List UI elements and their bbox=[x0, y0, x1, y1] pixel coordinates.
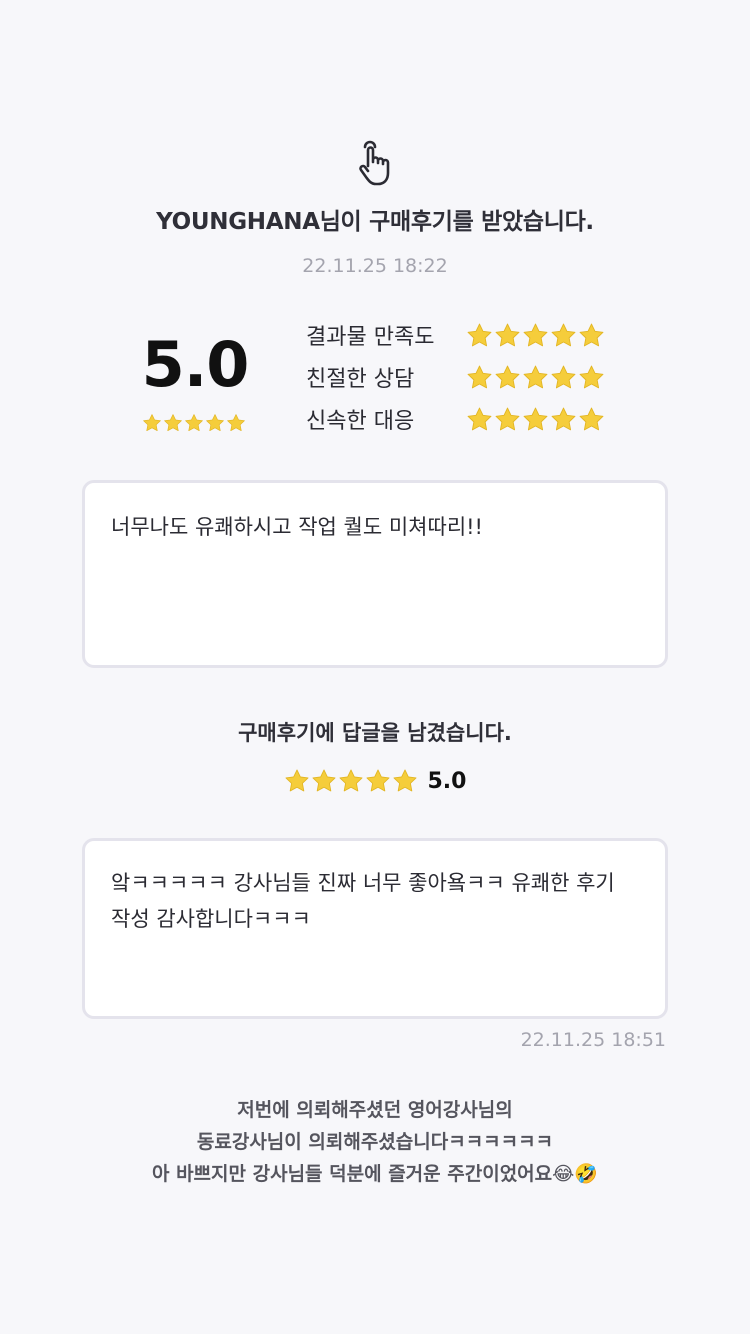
reply-title: 구매후기에 답글을 남겼습니다. bbox=[238, 721, 512, 745]
star-icon bbox=[312, 769, 335, 792]
star-icon bbox=[551, 407, 576, 430]
star-icon bbox=[523, 365, 548, 388]
rating-row-result-satisfaction: 결과물 만족도 bbox=[306, 319, 605, 351]
rating-stars bbox=[466, 364, 605, 391]
star-icon bbox=[523, 323, 548, 346]
star-icon bbox=[285, 769, 308, 792]
reply-stars bbox=[284, 768, 418, 794]
caption-line: 아 바쁘지만 강사님들 덕분에 즐거운 주간이었어요😂🤣 bbox=[151, 1163, 598, 1185]
review-text-card: 너무나도 유쾌하시고 작업 퀄도 미쳐따리!! bbox=[82, 480, 668, 668]
rating-stars bbox=[466, 406, 605, 433]
caption-line: 저번에 의뢰해주셨던 영어강사님의 bbox=[237, 1099, 513, 1121]
star-icon bbox=[579, 407, 604, 430]
review-text: 너무나도 유쾌하시고 작업 퀄도 미쳐따리!! bbox=[111, 515, 483, 539]
star-icon bbox=[495, 323, 520, 346]
review-timestamp: 22.11.25 18:22 bbox=[302, 255, 448, 277]
star-icon bbox=[164, 414, 182, 431]
reply-text-card: 앜ㅋㅋㅋㅋㅋ 강사님들 진짜 너무 좋아욬ㅋㅋ 유쾌한 후기 작성 감사합니다ㅋ… bbox=[82, 838, 668, 1019]
star-icon bbox=[206, 414, 224, 431]
reply-rating: 5.0 bbox=[0, 768, 750, 794]
review-received-title: YOUNGHANA님이 구매후기를 받았습니다. bbox=[156, 209, 594, 235]
star-icon bbox=[551, 323, 576, 346]
star-icon bbox=[467, 365, 492, 388]
star-icon bbox=[185, 414, 203, 431]
star-icon bbox=[143, 414, 161, 431]
overall-score: 5.0 bbox=[141, 328, 250, 401]
star-icon bbox=[366, 769, 389, 792]
reply-score: 5.0 bbox=[427, 768, 467, 794]
star-icon bbox=[579, 323, 604, 346]
star-icon bbox=[339, 769, 362, 792]
star-icon bbox=[467, 407, 492, 430]
star-icon bbox=[523, 407, 548, 430]
rating-label: 신속한 대응 bbox=[306, 409, 415, 434]
overall-stars bbox=[142, 413, 246, 433]
star-icon bbox=[393, 769, 416, 792]
reply-timestamp: 22.11.25 18:51 bbox=[520, 1029, 666, 1051]
caption-line: 동료강사님이 의뢰해주셨습니다ㅋㅋㅋㅋㅋㅋ bbox=[196, 1131, 554, 1153]
caption: 저번에 의뢰해주셨던 영어강사님의 동료강사님이 의뢰해주셨습니다ㅋㅋㅋㅋㅋㅋ … bbox=[0, 1094, 750, 1190]
pointing-hand-icon bbox=[359, 140, 390, 186]
reply-text: 앜ㅋㅋㅋㅋㅋ 강사님들 진짜 너무 좋아욬ㅋㅋ 유쾌한 후기 작성 감사합니다ㅋ… bbox=[111, 871, 615, 931]
rating-stars bbox=[466, 322, 605, 349]
star-icon bbox=[551, 365, 576, 388]
star-icon bbox=[467, 323, 492, 346]
star-icon bbox=[579, 365, 604, 388]
star-icon bbox=[227, 414, 245, 431]
rating-row-kind-consultation: 친절한 상담 bbox=[306, 361, 605, 393]
star-icon bbox=[495, 365, 520, 388]
rating-label: 결과물 만족도 bbox=[306, 325, 435, 350]
rating-row-quick-response: 신속한 대응 bbox=[306, 403, 605, 435]
star-icon bbox=[495, 407, 520, 430]
rating-label: 친절한 상담 bbox=[306, 367, 415, 392]
